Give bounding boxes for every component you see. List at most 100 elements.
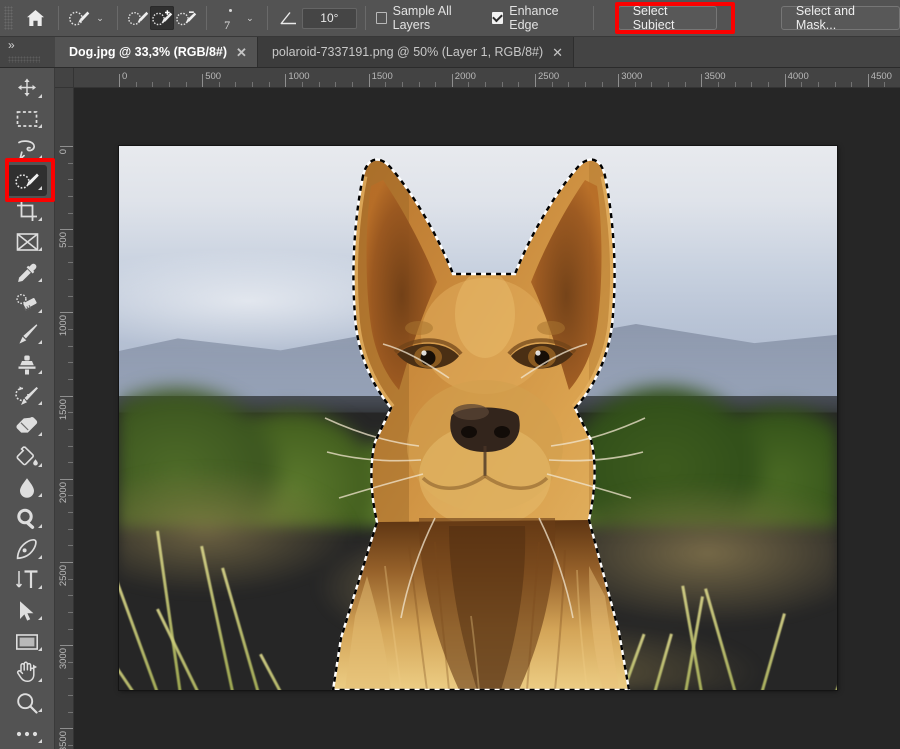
ruler-major-tick: [60, 229, 73, 231]
history-brush-tool[interactable]: [7, 380, 47, 411]
tools-panel: [0, 68, 55, 749]
eyedropper-tool[interactable]: [7, 257, 47, 288]
tool-corner-indicator: [38, 185, 42, 190]
enhance-edge-checkbox[interactable]: Enhance Edge: [492, 4, 579, 32]
select-subject-button[interactable]: Select Subject: [617, 4, 717, 32]
ruler-major-tick: [60, 645, 73, 647]
quick-selection-preset-icon[interactable]: [67, 6, 91, 30]
tool-corner-indicator: [38, 554, 42, 559]
ruler-label: 0: [58, 149, 69, 155]
ruler-major-tick: [618, 74, 620, 87]
quick-selection-add-icon[interactable]: [149, 6, 175, 30]
path-selection-tool[interactable]: [7, 595, 47, 626]
spot-healing-brush-tool[interactable]: [7, 288, 47, 319]
ruler-label: 2500: [538, 71, 560, 82]
ruler-major-tick: [60, 395, 73, 397]
move-tool[interactable]: [7, 73, 47, 104]
ruler-label: 1500: [371, 71, 393, 82]
photo-dog-subject: [119, 146, 837, 690]
tool-corner-indicator: [38, 124, 42, 129]
zoom-tool[interactable]: [7, 688, 47, 719]
select-and-mask-button[interactable]: Select and Mask...: [780, 4, 900, 32]
home-icon[interactable]: [21, 5, 50, 31]
sample-all-layers-box-icon[interactable]: [376, 12, 387, 24]
tab-dog-jpg-close-icon[interactable]: ✕: [236, 46, 247, 59]
separator-2: [116, 6, 118, 30]
canvas-area[interactable]: [74, 88, 900, 749]
paint-bucket-tool[interactable]: [7, 442, 47, 473]
brush-chevron-down-icon[interactable]: ⌄: [241, 13, 259, 24]
tool-corner-indicator: [38, 646, 42, 651]
ruler-label: 1500: [58, 398, 69, 420]
tab-polaroid-png[interactable]: polaroid-7337191.png @ 50% (Layer 1, RGB…: [257, 37, 575, 67]
ruler-corner[interactable]: [55, 68, 74, 88]
separator-4: [266, 6, 268, 30]
ruler-major-tick: [60, 312, 73, 314]
brush-size-value: 7: [224, 18, 231, 32]
tool-corner-indicator: [38, 216, 42, 221]
tool-corner-indicator: [38, 616, 42, 621]
horizontal-ruler[interactable]: 0 500 1000 1500 2000 2500 3000 3500 4000 4500: [74, 68, 900, 88]
separator-1: [58, 6, 59, 30]
dodge-tool[interactable]: [7, 503, 47, 534]
tab-polaroid-png-close-icon[interactable]: ✕: [552, 46, 563, 59]
tool-corner-indicator: [38, 708, 42, 713]
lasso-tool[interactable]: [7, 134, 47, 165]
photo-dog-jpg: [119, 146, 837, 690]
eraser-tool[interactable]: [7, 411, 47, 442]
enhance-edge-label: Enhance Edge: [509, 4, 559, 32]
ruler-major-tick: [60, 478, 73, 480]
edit-toolbar-ellipsis-icon[interactable]: [7, 718, 47, 749]
quick-selection-subtract-icon[interactable]: [174, 6, 198, 30]
brush-tip-dot-icon: [229, 9, 233, 12]
ruler-label: 500: [205, 71, 222, 82]
sample-all-layers-checkbox[interactable]: Sample All Layers: [376, 4, 478, 32]
crop-tool[interactable]: [7, 196, 47, 227]
tool-corner-indicator: [38, 278, 42, 283]
ruler-major-tick: [285, 74, 287, 87]
toolbar-grip[interactable]: [8, 56, 40, 63]
photoshop-window: ⌄ 7 ⌄ 10° Sample All Layers Enhance Edge…: [0, 0, 900, 749]
pen-tool[interactable]: [7, 534, 47, 565]
tool-corner-indicator: [38, 493, 42, 498]
quick-selection-tool[interactable]: [7, 165, 47, 196]
options-bar: ⌄ 7 ⌄ 10° Sample All Layers Enhance Edge…: [0, 0, 900, 37]
tool-corner-indicator: [38, 462, 42, 467]
ruler-label: 2500: [58, 565, 69, 587]
ruler-major-tick: [368, 74, 370, 87]
preset-chevron-down-icon[interactable]: ⌄: [91, 13, 109, 24]
tool-corner-indicator: [38, 247, 42, 252]
blur-tool[interactable]: [7, 473, 47, 504]
options-bar-grip[interactable]: [4, 6, 13, 30]
vertical-ruler[interactable]: 0 500 1000 1500 2000 2500 3000 3500: [55, 88, 74, 749]
rectangle-tool[interactable]: [7, 626, 47, 657]
separator-3: [206, 6, 208, 30]
ruler-label: 3500: [704, 71, 726, 82]
brush-tool[interactable]: [7, 319, 47, 350]
angle-value-field[interactable]: 10°: [301, 7, 358, 29]
tab-dog-jpg[interactable]: Dog.jpg @ 33,3% (RGB/8#) ✕: [55, 37, 258, 67]
tool-corner-indicator: [38, 93, 42, 98]
tool-corner-indicator: [38, 431, 42, 436]
ruler-label: 3000: [621, 71, 643, 82]
tool-corner-indicator: [38, 677, 42, 682]
separator-5: [365, 6, 367, 30]
panel-overflow-chevron-icon[interactable]: »: [0, 37, 55, 52]
separator-6: [592, 6, 594, 30]
ruler-major-tick: [202, 74, 204, 87]
ruler-label: 2000: [58, 481, 69, 503]
ruler-major-tick: [451, 74, 453, 87]
type-tool[interactable]: [7, 565, 47, 596]
enhance-edge-box-icon[interactable]: [492, 12, 504, 24]
document-canvas[interactable]: [119, 146, 837, 690]
rectangular-marquee-tool[interactable]: [7, 104, 47, 135]
frame-tool[interactable]: [7, 227, 47, 258]
quick-selection-new-icon[interactable]: [126, 6, 150, 30]
clone-stamp-tool[interactable]: [7, 350, 47, 381]
tool-corner-indicator: [38, 339, 42, 344]
ruler-major-tick: [867, 74, 869, 87]
brush-picker[interactable]: 7: [215, 3, 241, 33]
hand-tool[interactable]: [7, 657, 47, 688]
sample-all-layers-label: Sample All Layers: [392, 4, 452, 32]
document-tab-bar: » Dog.jpg @ 33,3% (RGB/8#) ✕ polaroid-73…: [0, 37, 900, 68]
